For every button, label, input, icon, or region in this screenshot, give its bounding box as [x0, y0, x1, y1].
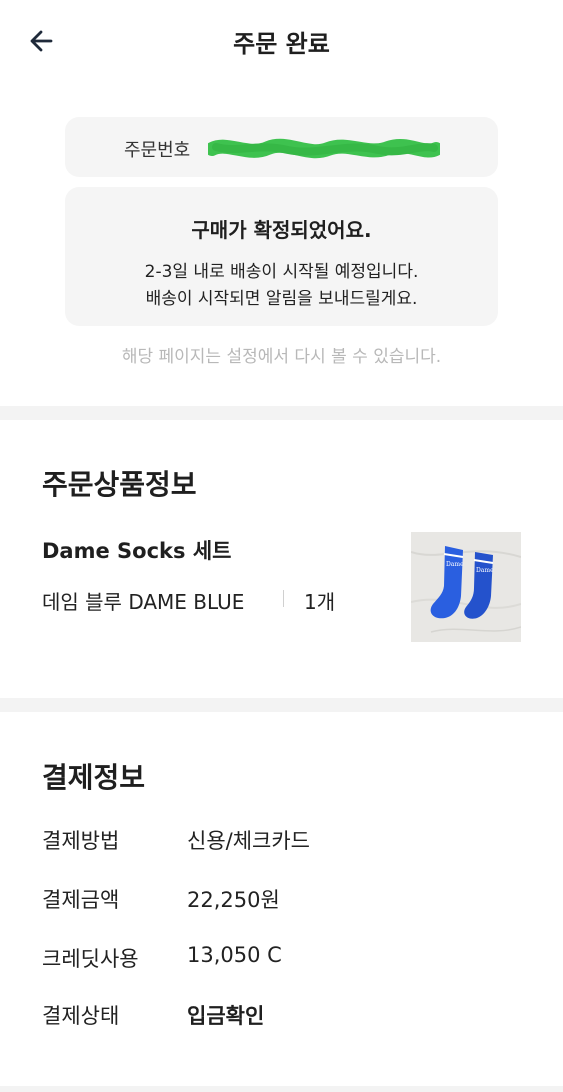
- product-option: 데임 블루 DAME BLUE: [42, 590, 245, 614]
- confirmation-box: 구매가 확정되었어요. 2-3일 내로 배송이 시작될 예정입니다. 배송이 시…: [65, 187, 498, 326]
- confirmation-message-line1: 2-3일 내로 배송이 시작될 예정입니다.: [144, 262, 419, 282]
- product-section-title: 주문상품정보: [42, 468, 197, 501]
- option-separator: [283, 590, 284, 607]
- payment-amount-value: 22,250원: [187, 888, 280, 912]
- payment-method-value: 신용/체크카드: [187, 829, 310, 853]
- product-thumbnail[interactable]: Dame Dame: [411, 532, 521, 642]
- credit-used-value: 13,050 C: [187, 943, 282, 967]
- svg-text:Dame: Dame: [446, 561, 464, 568]
- order-number-label: 주문번호: [124, 140, 191, 161]
- confirmation-title: 구매가 확정되었어요.: [191, 218, 372, 242]
- socks-image: Dame Dame: [411, 532, 521, 642]
- payment-status-value: 입금확인: [187, 1004, 265, 1028]
- page-title: 주문 완료: [233, 30, 330, 58]
- confirmation-message-line2: 배송이 시작되면 알림을 보내드릴게요.: [145, 289, 418, 309]
- product-quantity: 1개: [304, 590, 336, 614]
- bottom-divider: [0, 1086, 563, 1092]
- order-number-box: 주문번호: [65, 117, 498, 177]
- product-name: Dame Socks 세트: [42, 539, 232, 563]
- payment-status-label: 결제상태: [42, 1004, 120, 1028]
- payment-method-label: 결제방법: [42, 829, 120, 853]
- app-header: 주문 완료: [0, 0, 563, 80]
- svg-text:Dame: Dame: [476, 567, 494, 574]
- payment-section-title: 결제정보: [42, 761, 146, 794]
- credit-used-label: 크레딧사용: [42, 947, 139, 971]
- redacted-order-number: [208, 138, 440, 159]
- payment-amount-label: 결제금액: [42, 888, 120, 912]
- section-divider: [0, 406, 563, 420]
- section-divider: [0, 698, 563, 712]
- settings-hint: 해당 페이지는 설정에서 다시 볼 수 있습니다.: [121, 347, 442, 367]
